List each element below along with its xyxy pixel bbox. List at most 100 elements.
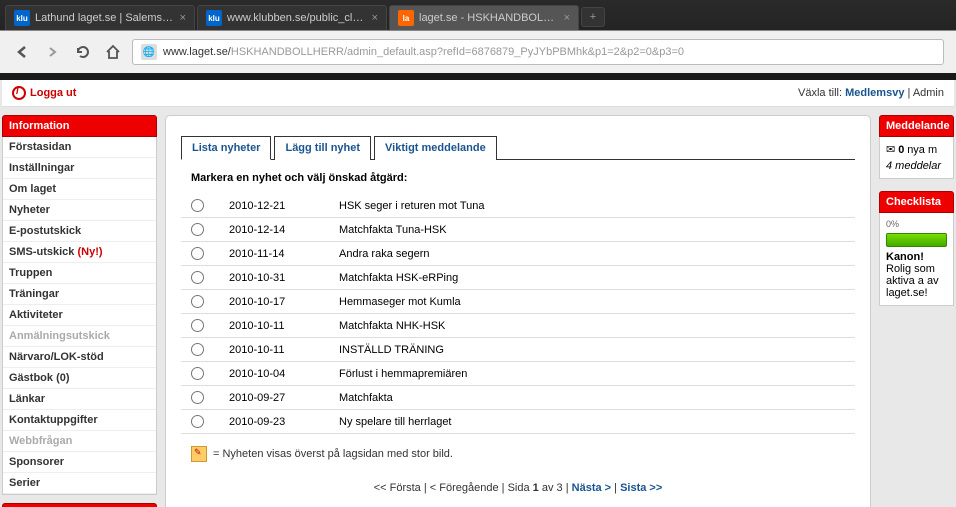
sidebar-item[interactable]: Kontaktuppgifter bbox=[3, 410, 156, 431]
pagination: << Första | < Föregående | Sida 1 av 3 |… bbox=[181, 474, 855, 502]
news-date: 2010-11-14 bbox=[229, 248, 319, 260]
url-bar[interactable]: 🌐 www.laget.se/HSKHANDBOLLHERR/admin_def… bbox=[132, 39, 944, 65]
news-title: Matchfakta HSK-eRPing bbox=[339, 272, 458, 284]
news-radio[interactable] bbox=[191, 199, 204, 212]
page-content: Logga ut Växla till: Medlemsvy | Admin I… bbox=[0, 80, 956, 507]
progress-bar bbox=[886, 233, 947, 247]
news-radio[interactable] bbox=[191, 343, 204, 356]
widget-header-checklist: Checklista bbox=[879, 191, 954, 213]
sidebar-item[interactable]: Nyheter bbox=[3, 200, 156, 221]
news-radio[interactable] bbox=[191, 271, 204, 284]
total-messages: 4 meddelar bbox=[886, 160, 947, 172]
news-date: 2010-09-27 bbox=[229, 392, 319, 404]
home-button[interactable] bbox=[102, 41, 124, 63]
news-radio[interactable] bbox=[191, 391, 204, 404]
news-radio[interactable] bbox=[191, 319, 204, 332]
nav-bar: 🌐 www.laget.se/HSKHANDBOLLHERR/admin_def… bbox=[0, 30, 956, 73]
tab-bar: klu Lathund laget.se | Salems IF × klu w… bbox=[0, 0, 956, 30]
browser-tab[interactable]: klu www.klubben.se/public_clu... × bbox=[197, 5, 387, 30]
url-text: www.laget.se/HSKHANDBOLLHERR/admin_defau… bbox=[163, 46, 684, 58]
content-tabs: Lista nyheter Lägg till nyhet Viktigt me… bbox=[181, 136, 855, 160]
news-title: INSTÄLLD TRÄNING bbox=[339, 344, 444, 356]
back-button[interactable] bbox=[12, 41, 34, 63]
news-radio[interactable] bbox=[191, 247, 204, 260]
news-radio[interactable] bbox=[191, 223, 204, 236]
sidebar-item: Webbfrågan bbox=[3, 431, 156, 452]
news-date: 2010-10-11 bbox=[229, 344, 319, 356]
tab-title: laget.se - HSKHANDBOLLH... bbox=[419, 12, 559, 24]
news-row: 2010-10-31 Matchfakta HSK-eRPing bbox=[181, 266, 855, 290]
news-radio[interactable] bbox=[191, 295, 204, 308]
news-row: 2010-09-27Matchfakta bbox=[181, 386, 855, 410]
sidebar: Information FörstasidanInställningarOm l… bbox=[2, 115, 157, 507]
favicon-icon: klu bbox=[14, 10, 30, 26]
sidebar-item[interactable]: Aktiviteter bbox=[3, 305, 156, 326]
page-prev: < Föregående bbox=[430, 482, 499, 494]
news-row: 2010-11-14Andra raka segern bbox=[181, 242, 855, 266]
news-radio[interactable] bbox=[191, 367, 204, 380]
sidebar-item[interactable]: Förstasidan bbox=[3, 137, 156, 158]
checklist-widget: 0% Kanon! Rolig som aktiva a av laget.se… bbox=[879, 213, 954, 306]
sidebar-item[interactable]: Truppen bbox=[3, 263, 156, 284]
tab-title: www.klubben.se/public_clu... bbox=[227, 12, 367, 24]
news-row: 2010-12-21HSK seger i returen mot Tuna bbox=[181, 194, 855, 218]
sidebar-item[interactable]: Sponsorer bbox=[3, 452, 156, 473]
sidebar-item[interactable]: Närvaro/LOK-stöd bbox=[3, 347, 156, 368]
sidebar-item[interactable]: Serier bbox=[3, 473, 156, 494]
browser-tab[interactable]: la laget.se - HSKHANDBOLLH... × bbox=[389, 5, 579, 30]
close-icon[interactable]: × bbox=[372, 12, 378, 24]
news-date: 2010-10-31 bbox=[229, 272, 319, 284]
browser-tab[interactable]: klu Lathund laget.se | Salems IF × bbox=[5, 5, 195, 30]
browser-chrome: klu Lathund laget.se | Salems IF × klu w… bbox=[0, 0, 956, 80]
tab-list-news[interactable]: Lista nyheter bbox=[181, 136, 271, 160]
news-title: Matchfakta Tuna-HSK bbox=[339, 224, 447, 236]
main-panel: Lista nyheter Lägg till nyhet Viktigt me… bbox=[165, 115, 871, 507]
page-last-link[interactable]: Sista >> bbox=[620, 482, 662, 494]
sidebar-header-information: Information bbox=[2, 115, 157, 137]
tab-add-news[interactable]: Lägg till nyhet bbox=[274, 136, 371, 160]
news-row: 2010-09-23Ny spelare till herrlaget bbox=[181, 410, 855, 434]
news-date: 2010-10-11 bbox=[229, 320, 319, 332]
widget-header-messages: Meddelande bbox=[879, 115, 954, 137]
news-row: 2010-12-14Matchfakta Tuna-HSK bbox=[181, 218, 855, 242]
sidebar-item: Anmälningsutskick bbox=[3, 326, 156, 347]
top-strip: Logga ut Växla till: Medlemsvy | Admin bbox=[2, 80, 954, 107]
view-switcher: Växla till: Medlemsvy | Admin bbox=[798, 87, 944, 99]
close-icon[interactable]: × bbox=[180, 12, 186, 24]
member-view-link[interactable]: Medlemsvy bbox=[845, 87, 904, 99]
news-radio[interactable] bbox=[191, 415, 204, 428]
sidebar-item[interactable]: Inställningar bbox=[3, 158, 156, 179]
new-message-count: 0 bbox=[898, 144, 904, 156]
close-icon[interactable]: × bbox=[564, 12, 570, 24]
globe-icon: 🌐 bbox=[141, 44, 157, 60]
tab-important-message[interactable]: Viktigt meddelande bbox=[374, 136, 497, 160]
checklist-percent: 0% bbox=[886, 219, 947, 229]
featured-legend: = Nyheten visas överst på lagsidan med s… bbox=[181, 434, 855, 474]
sidebar-item[interactable]: Om laget bbox=[3, 179, 156, 200]
instruction-text: Markera en nyhet och välj önskad åtgärd: bbox=[181, 172, 855, 184]
sidebar-item[interactable]: SMS-utskick (Ny!) bbox=[3, 242, 156, 263]
news-row: 2010-10-11Matchfakta NHK-HSK bbox=[181, 314, 855, 338]
new-tab-button[interactable]: + bbox=[581, 7, 605, 27]
logout-link[interactable]: Logga ut bbox=[12, 86, 76, 100]
favicon-icon: klu bbox=[206, 10, 222, 26]
logout-label: Logga ut bbox=[30, 87, 76, 99]
news-date: 2010-12-21 bbox=[229, 200, 319, 212]
forward-button[interactable] bbox=[42, 41, 64, 63]
page-total: 3 bbox=[557, 482, 563, 494]
sidebar-header-design: Design bbox=[2, 503, 157, 507]
page-next-link[interactable]: Nästa > bbox=[572, 482, 611, 494]
sidebar-item[interactable]: Gästbok (0) bbox=[3, 368, 156, 389]
news-date: 2010-10-04 bbox=[229, 368, 319, 380]
logout-icon bbox=[12, 86, 26, 100]
sidebar-item[interactable]: Länkar bbox=[3, 389, 156, 410]
news-list: 2010-12-21HSK seger i returen mot Tuna20… bbox=[181, 194, 855, 434]
sidebar-item[interactable]: Träningar bbox=[3, 284, 156, 305]
tab-title: Lathund laget.se | Salems IF bbox=[35, 12, 175, 24]
sidebar-item[interactable]: E-postutskick bbox=[3, 221, 156, 242]
reload-button[interactable] bbox=[72, 41, 94, 63]
page-first: << Första bbox=[374, 482, 421, 494]
featured-text: = Nyheten visas överst på lagsidan med s… bbox=[213, 448, 453, 460]
news-title: Förlust i hemmapremiären bbox=[339, 368, 467, 380]
news-date: 2010-09-23 bbox=[229, 416, 319, 428]
